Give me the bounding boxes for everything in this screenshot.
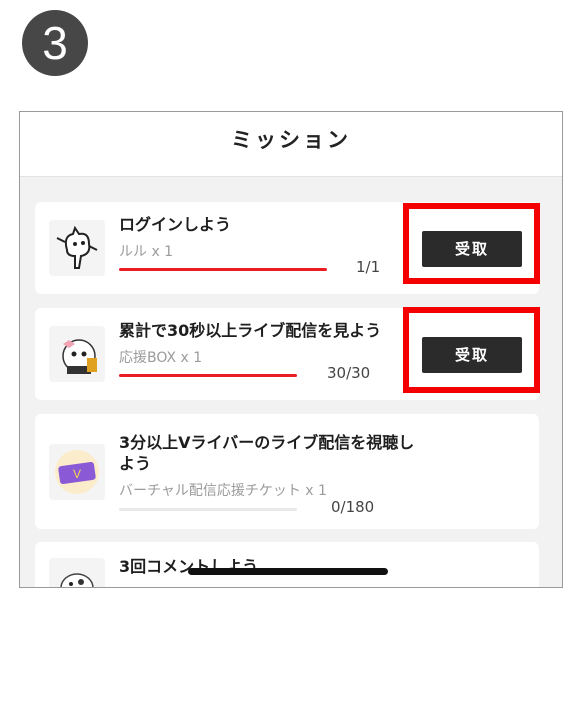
home-indicator[interactable] <box>188 568 388 575</box>
dalmatian-icon <box>49 558 105 587</box>
progress-count: 0/180 <box>331 498 375 516</box>
svg-text:V: V <box>73 467 81 481</box>
mission-title: 3分以上Vライバーのライブ配信を視聴しよう <box>119 433 415 473</box>
progress-count: 30/30 <box>327 364 371 382</box>
progress-bar <box>119 508 297 511</box>
step-number-badge: 3 <box>22 10 88 76</box>
progress-count: 1/1 <box>356 258 381 276</box>
progress-bar <box>119 268 327 271</box>
cat-character-icon <box>49 220 105 276</box>
mission-reward: ルル x 1 <box>119 244 174 260</box>
highlight-box <box>403 307 540 393</box>
header: ミッション <box>20 112 562 177</box>
mission-reward: 応援BOX x 1 <box>119 350 203 366</box>
support-box-icon <box>49 326 105 382</box>
progress-bar <box>119 374 297 377</box>
mission-title: ログインしよう <box>119 215 232 234</box>
page-title: ミッション <box>231 128 351 152</box>
mission-card-vliver: V 3分以上Vライバーのライブ配信を視聴しよう バーチャル配信応援チケット x … <box>35 414 539 529</box>
mission-screen: ミッション ログインしよう ルル x 1 1/1 受取 累計で30秒以上ライブ配… <box>19 111 563 588</box>
mission-card-comment: 3回コメントしよう <box>35 542 539 587</box>
mission-title: 累計で30秒以上ライブ配信を見よう <box>119 321 382 340</box>
virtual-ticket-icon: V <box>49 444 105 500</box>
highlight-box <box>403 203 540 284</box>
mission-reward: バーチャル配信応援チケット x 1 <box>119 483 327 499</box>
